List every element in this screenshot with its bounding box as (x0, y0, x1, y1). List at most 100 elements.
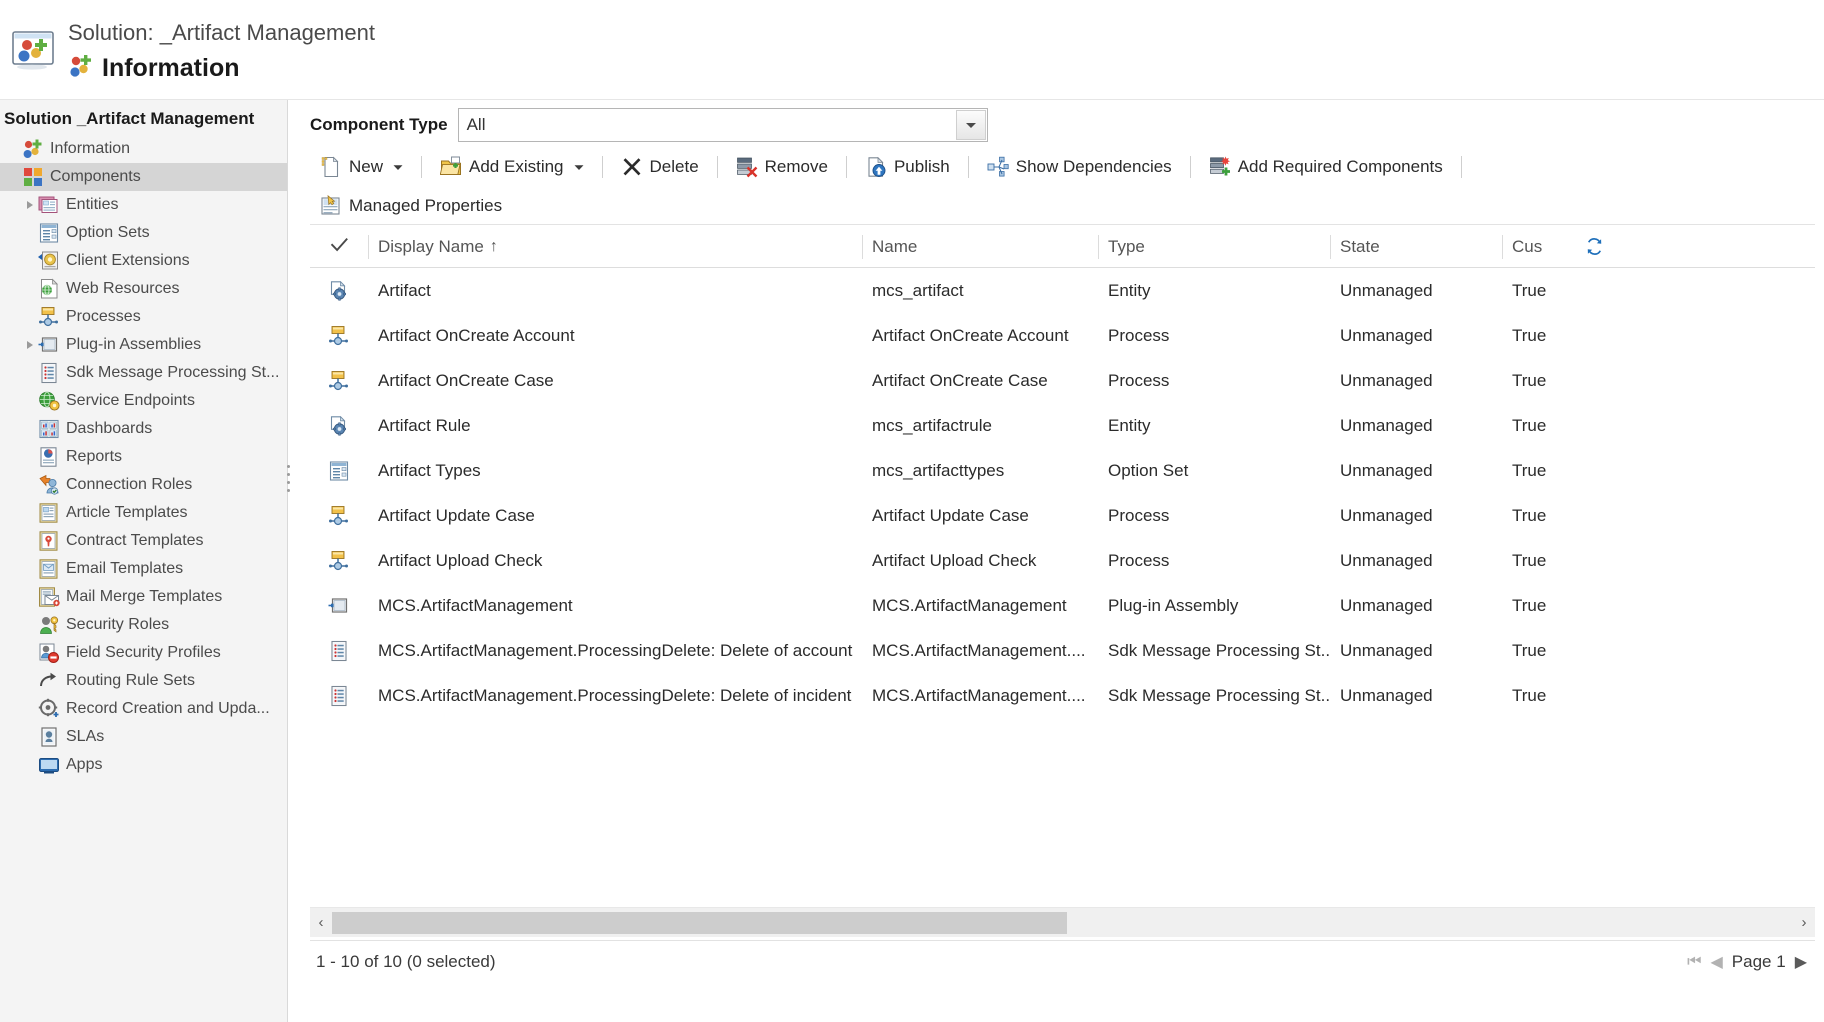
table-row[interactable]: MCS.ArtifactManagement MCS.ArtifactManage… (310, 583, 1815, 628)
sidebar-item-record-creation-and-upda[interactable]: Record Creation and Upda... (0, 695, 287, 723)
sidebar-item-label: Service Endpoints (66, 392, 195, 409)
cell-name: MCS.ArtifactManagement.... (872, 640, 1086, 660)
sidebar-item-components[interactable]: Components (0, 163, 287, 191)
sidebar-item-contract-templates[interactable]: Contract Templates (0, 527, 287, 555)
solution-balls-icon (22, 138, 44, 160)
sidebar-item-information[interactable]: Information (0, 135, 287, 163)
dependencies-icon (987, 156, 1009, 178)
table-row[interactable]: Artifact Update Case Artifact Update Case… (310, 493, 1815, 538)
add-required-components-button[interactable]: Add Required Components (1199, 150, 1453, 184)
toolbar-separator (1189, 156, 1191, 178)
remove-button[interactable]: Remove (726, 150, 838, 184)
cell-state: Unmanaged (1340, 415, 1433, 435)
column-header-display[interactable]: Display Name ↑ (368, 226, 862, 268)
column-header-type[interactable]: Type (1098, 226, 1330, 268)
row-type-icon-cell[interactable] (310, 538, 368, 583)
row-type-icon-cell[interactable] (310, 583, 368, 628)
table-row[interactable]: Artifact Upload Check Artifact Upload Che… (310, 538, 1815, 583)
table-row[interactable]: Artifact OnCreate Case Artifact OnCreate … (310, 358, 1815, 403)
page-first-icon[interactable]: ⏮ (1687, 953, 1701, 971)
managed-properties-button[interactable]: Managed Properties (310, 189, 512, 223)
table-row[interactable]: Artifact mcs_artifact Entity Unmanaged True (310, 268, 1815, 313)
sidebar-item-service-endpoints[interactable]: Service Endpoints (0, 387, 287, 415)
scrollbar-track[interactable] (332, 911, 1793, 934)
row-type-icon-cell[interactable] (310, 268, 368, 313)
toolbar-separator (421, 156, 423, 178)
page-label: Page 1 (1731, 951, 1786, 971)
add-existing-button[interactable]: Add Existing (430, 150, 594, 184)
column-header-name[interactable]: Name (862, 226, 1098, 268)
row-type-icon-cell[interactable] (310, 403, 368, 448)
cell-state: Unmanaged (1340, 280, 1433, 300)
page-next-icon[interactable]: ▶ (1795, 952, 1807, 972)
column-header-check[interactable] (310, 226, 368, 268)
row-type-icon-cell[interactable] (310, 313, 368, 358)
row-type-icon-cell[interactable] (310, 448, 368, 493)
page-title: Information (102, 54, 240, 82)
sidebar-splitter-handle[interactable] (284, 460, 292, 500)
row-type-icon-cell[interactable] (310, 358, 368, 403)
expand-chevron-icon[interactable] (22, 331, 38, 359)
expand-chevron-icon[interactable] (22, 191, 38, 219)
sidebar-item-web-resources[interactable]: Web Resources (0, 275, 287, 303)
refresh-icon[interactable] (1574, 226, 1614, 268)
sidebar-item-field-security-profiles[interactable]: Field Security Profiles (0, 639, 287, 667)
sidebar-item-apps[interactable]: Apps (0, 751, 287, 779)
component-type-value: All (466, 115, 486, 134)
table-row[interactable]: MCS.ArtifactManagement.ProcessingDelete:… (310, 673, 1815, 718)
horizontal-scrollbar[interactable]: ‹ › (310, 907, 1815, 937)
component-type-select[interactable]: All (457, 108, 988, 142)
row-type-icon-cell[interactable] (310, 493, 368, 538)
column-divider (1502, 234, 1503, 259)
column-header-label: State (1340, 236, 1380, 256)
cell-name: Artifact Upload Check (872, 550, 1037, 570)
sidebar-item-plug-in-assemblies[interactable]: Plug-in Assemblies (0, 331, 287, 359)
cell-state: Unmanaged (1340, 550, 1433, 570)
table-row[interactable]: Artifact Rule mcs_artifactrule Entity Unman… (310, 403, 1815, 448)
chevron-down-icon[interactable] (574, 158, 584, 176)
sidebar-item-label: Web Resources (66, 280, 180, 297)
entity-icon (328, 415, 350, 437)
chevron-down-icon[interactable] (955, 110, 986, 140)
sidebar-item-entities[interactable]: Entities (0, 191, 287, 219)
sidebar-item-security-roles[interactable]: Security Roles (0, 611, 287, 639)
sidebar-item-slas[interactable]: SLAs (0, 723, 287, 751)
scroll-left-icon[interactable]: ‹ (310, 908, 332, 938)
sidebar-item-option-sets[interactable]: Option Sets (0, 219, 287, 247)
page-prev-icon[interactable]: ◀ (1710, 952, 1722, 972)
sidebar-item-processes[interactable]: Processes (0, 303, 287, 331)
publish-button[interactable]: Publish (855, 150, 960, 184)
sidebar-item-mail-merge-templates[interactable]: Mail Merge Templates (0, 583, 287, 611)
toolbar-button-label: Add Required Components (1237, 157, 1443, 176)
select-all-checkmark-icon[interactable] (330, 237, 349, 257)
table-row[interactable]: MCS.ArtifactManagement.ProcessingDelete:… (310, 628, 1815, 673)
connection-roles-icon (38, 474, 60, 496)
scrollbar-thumb[interactable] (332, 911, 1067, 934)
scroll-right-icon[interactable]: › (1793, 908, 1815, 938)
cell-display: Artifact (378, 280, 431, 300)
sidebar-item-routing-rule-sets[interactable]: Routing Rule Sets (0, 667, 287, 695)
delete-button[interactable]: Delete (611, 150, 709, 184)
article-template-icon (38, 502, 60, 524)
new-button[interactable]: New (310, 150, 413, 184)
table-row[interactable]: Artifact OnCreate Account Artifact OnCrea… (310, 313, 1815, 358)
component-type-label: Component Type (310, 115, 448, 134)
sidebar-item-connection-roles[interactable]: Connection Roles (0, 471, 287, 499)
sidebar-item-client-extensions[interactable]: Client Extensions (0, 247, 287, 275)
sidebar-item-sdk-message-processing-st[interactable]: Sdk Message Processing St... (0, 359, 287, 387)
row-type-icon-cell[interactable] (310, 673, 368, 718)
table-row[interactable]: Artifact Types mcs_artifacttypes Option Se… (310, 448, 1815, 493)
sidebar-item-email-templates[interactable]: Email Templates (0, 555, 287, 583)
sidebar-item-reports[interactable]: Reports (0, 443, 287, 471)
row-type-icon-cell[interactable] (310, 628, 368, 673)
column-header-state[interactable]: State (1330, 226, 1502, 268)
sidebar-item-dashboards[interactable]: Dashboards (0, 415, 287, 443)
chevron-down-icon[interactable] (393, 158, 403, 176)
cell-cus: True (1512, 505, 1547, 525)
column-header-cus[interactable]: Cus (1502, 226, 1574, 268)
sidebar-item-article-templates[interactable]: Article Templates (0, 499, 287, 527)
show-dependencies-button[interactable]: Show Dependencies (977, 150, 1182, 184)
